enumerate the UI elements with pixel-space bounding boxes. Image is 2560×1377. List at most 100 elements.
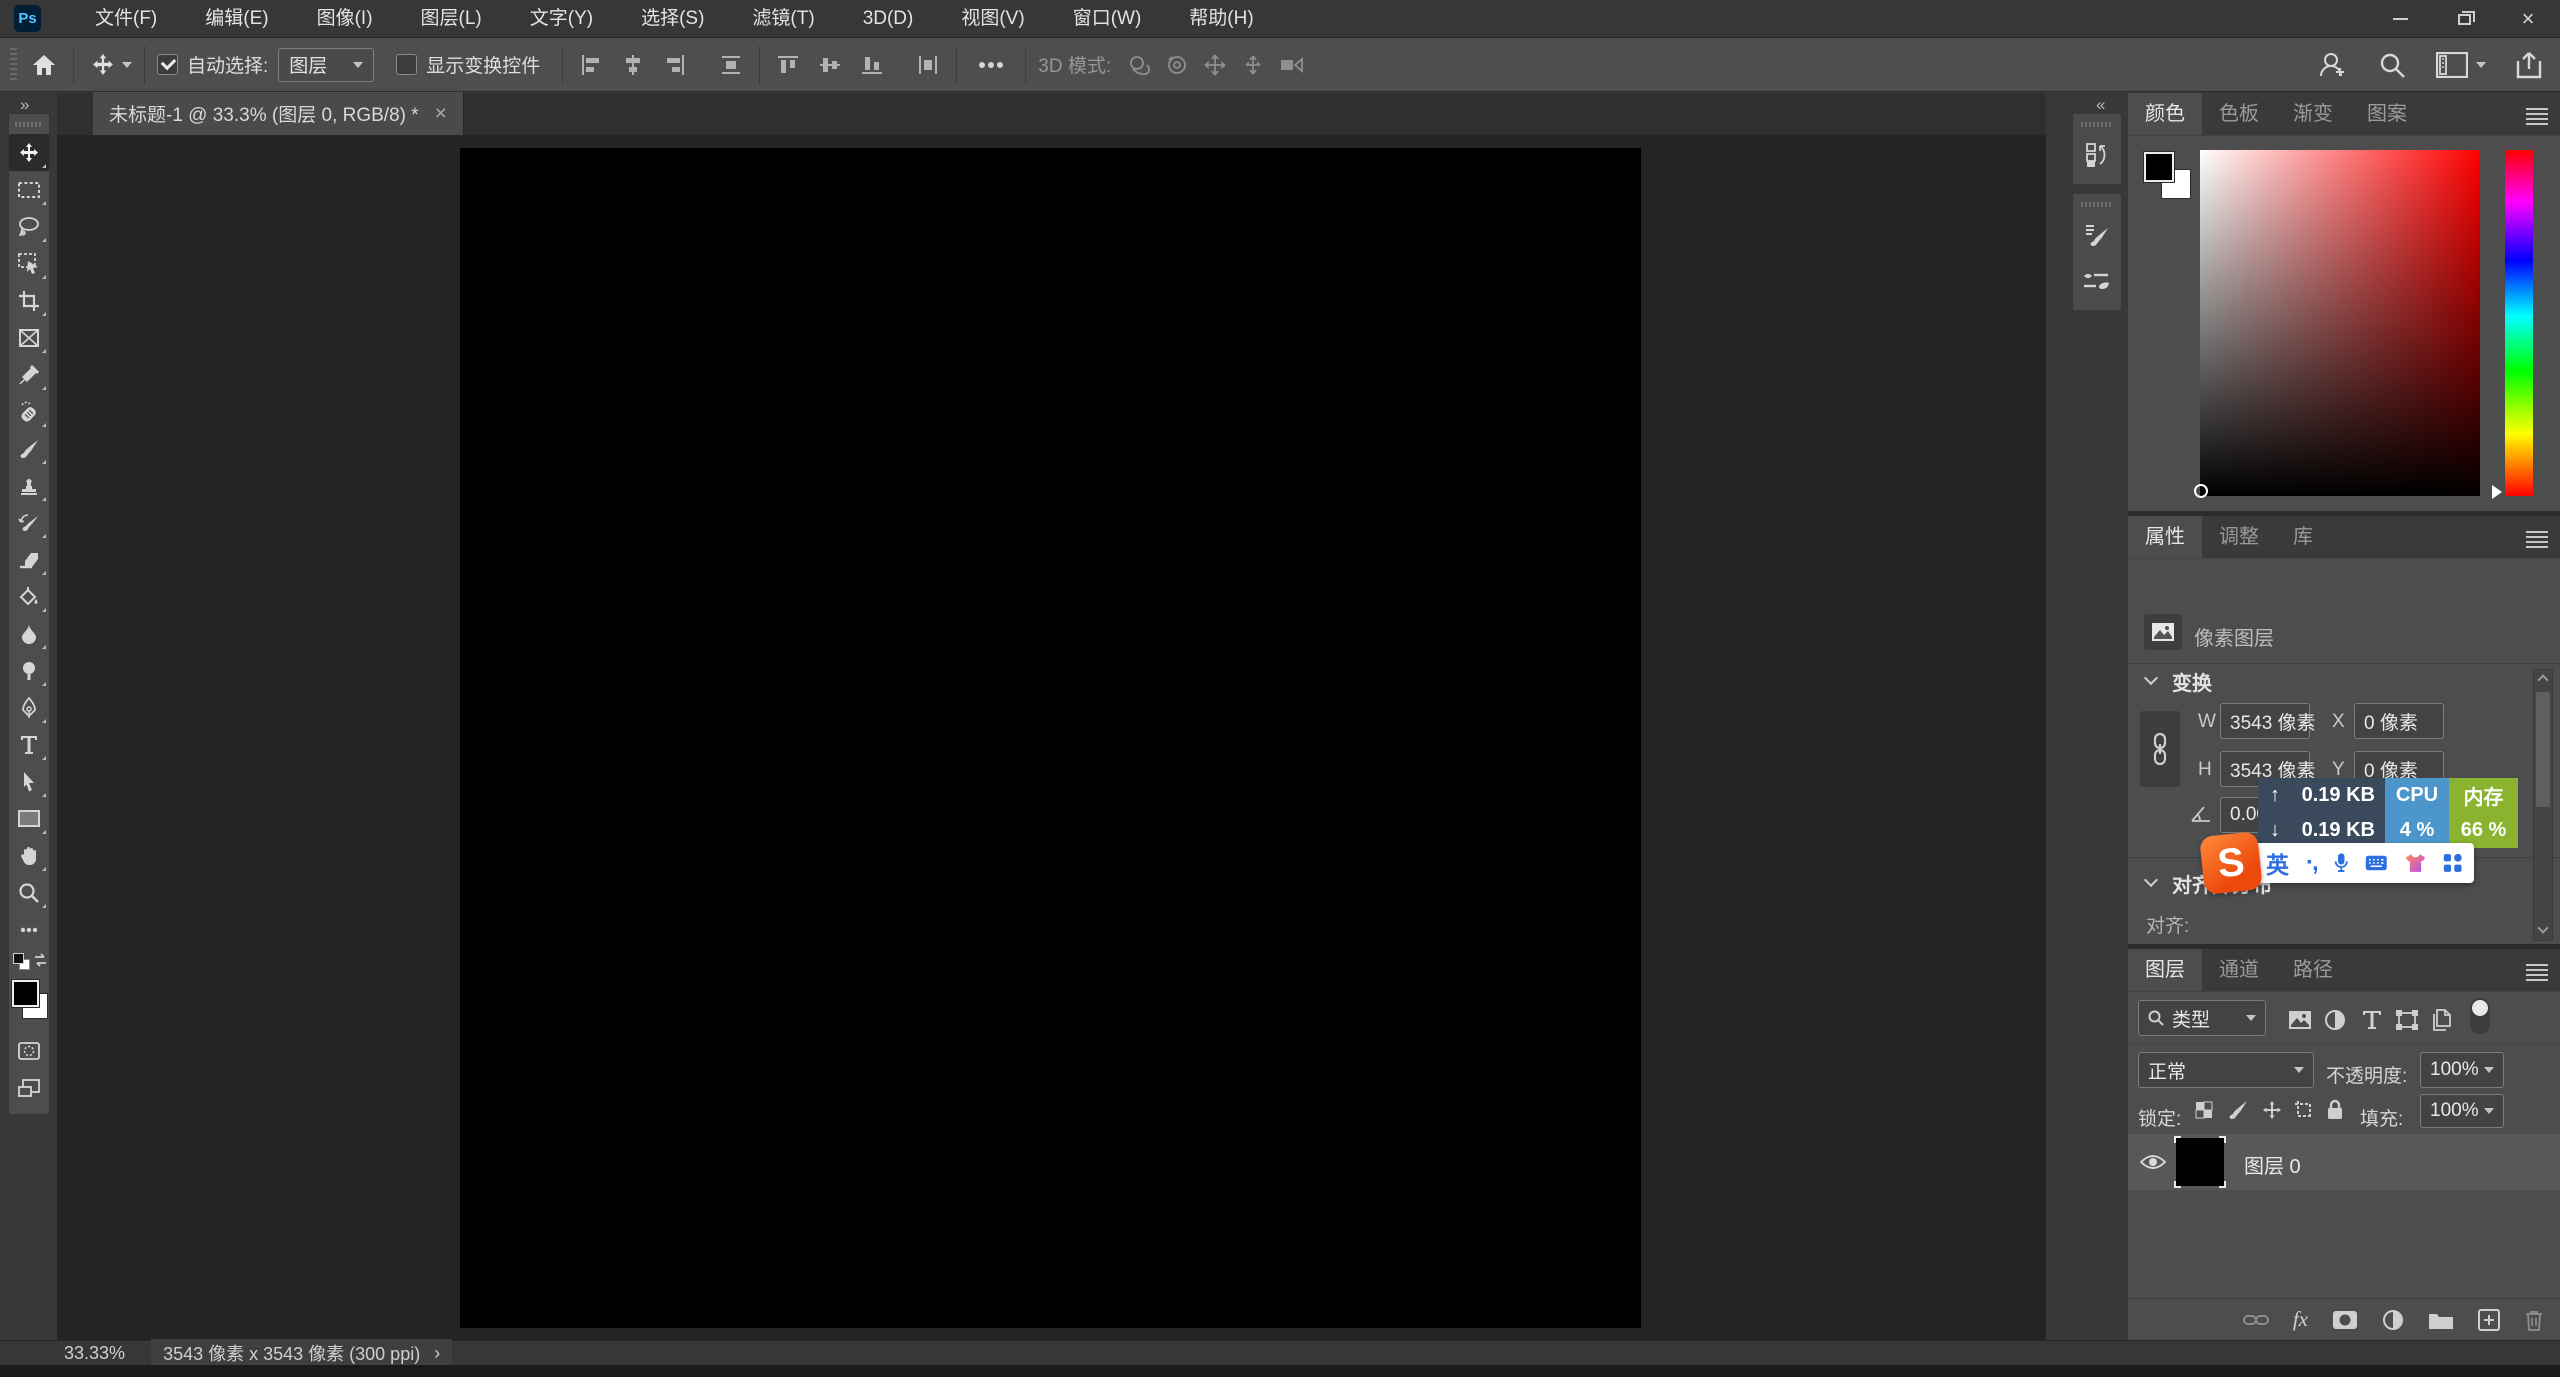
tab-libraries[interactable]: 库 — [2276, 516, 2330, 558]
dock-grip[interactable] — [2081, 118, 2113, 130]
lock-artboard-icon[interactable] — [2294, 1100, 2314, 1120]
lock-transparency-icon[interactable] — [2194, 1100, 2214, 1120]
dock-grip[interactable] — [2081, 198, 2113, 210]
menu-file[interactable]: 文件(F) — [71, 0, 181, 37]
sogou-logo[interactable]: S — [2199, 831, 2263, 895]
tab-swatches[interactable]: 色板 — [2202, 93, 2276, 135]
search-icon[interactable] — [2378, 51, 2406, 79]
edit-toolbar-button[interactable] — [9, 911, 49, 948]
foreground-background-swatches[interactable] — [9, 978, 49, 1030]
history-panel-button[interactable] — [2073, 132, 2121, 178]
width-field[interactable]: 3543 像素 — [2220, 703, 2310, 739]
delete-layer-icon[interactable] — [2524, 1309, 2544, 1331]
align-bottom-edges-icon[interactable] — [860, 53, 884, 77]
auto-select-dropdown[interactable]: 图层 — [278, 48, 374, 82]
hue-slider-arrow[interactable] — [2492, 485, 2502, 499]
scrollbar-thumb[interactable] — [2536, 692, 2550, 807]
type-tool[interactable] — [9, 726, 49, 763]
foreground-color-swatch[interactable] — [2144, 152, 2174, 182]
menu-image[interactable]: 图像(I) — [293, 0, 397, 37]
toolbar-grip[interactable] — [15, 118, 43, 130]
layer-thumbnail[interactable] — [2176, 1138, 2224, 1186]
panel-menu-icon[interactable] — [2526, 531, 2548, 533]
home-button[interactable] — [27, 45, 61, 85]
ime-voice-icon[interactable] — [2334, 850, 2349, 876]
filter-type-layers-icon[interactable] — [2362, 1010, 2382, 1030]
ime-toolbox-icon[interactable] — [2443, 851, 2462, 875]
3d-slide-icon[interactable] — [1241, 53, 1265, 77]
menu-type[interactable]: 文字(Y) — [506, 0, 617, 37]
brush-tool[interactable] — [9, 430, 49, 467]
spot-healing-tool[interactable] — [9, 393, 49, 430]
scroll-down-icon[interactable] — [2537, 922, 2548, 933]
lock-position-icon[interactable] — [2262, 1100, 2282, 1120]
screen-mode-button[interactable] — [9, 1069, 49, 1106]
eraser-tool[interactable] — [9, 541, 49, 578]
align-right-edges-icon[interactable] — [663, 53, 687, 77]
minimize-button[interactable] — [2368, 0, 2432, 38]
toolbar-collapse-button[interactable]: » — [20, 95, 27, 115]
menu-view[interactable]: 视图(V) — [937, 0, 1048, 37]
close-button[interactable]: × — [2496, 0, 2560, 38]
lock-all-icon[interactable] — [2326, 1099, 2344, 1120]
menu-edit[interactable]: 编辑(E) — [181, 0, 292, 37]
share-profile-icon[interactable] — [2318, 51, 2348, 79]
tab-properties[interactable]: 属性 — [2128, 516, 2202, 558]
tab-adjustments[interactable]: 调整 — [2202, 516, 2276, 558]
distribute-horizontal-icon[interactable] — [719, 53, 743, 77]
paint-bucket-tool[interactable] — [9, 578, 49, 615]
ime-skin-icon[interactable] — [2405, 851, 2426, 875]
filter-shape-layers-icon[interactable] — [2396, 1010, 2418, 1030]
marquee-tool[interactable] — [9, 171, 49, 208]
hand-tool[interactable] — [9, 837, 49, 874]
transform-section-chevron-icon[interactable] — [2144, 671, 2158, 685]
distribute-vertical-icon[interactable] — [916, 53, 940, 77]
filter-adjustment-layers-icon[interactable] — [2324, 1009, 2346, 1031]
3d-pan-icon[interactable] — [1203, 53, 1227, 77]
menu-layer[interactable]: 图层(L) — [397, 0, 506, 37]
tab-color[interactable]: 颜色 — [2128, 93, 2202, 135]
layer-style-button[interactable]: fx — [2293, 1307, 2308, 1332]
more-options-button[interactable] — [969, 45, 1013, 85]
tab-channels[interactable]: 通道 — [2202, 949, 2276, 991]
menu-window[interactable]: 窗口(W) — [1049, 0, 1166, 37]
brushes-panel-button[interactable] — [2073, 258, 2121, 304]
show-transform-checkbox[interactable] — [396, 54, 417, 75]
document-canvas[interactable] — [460, 148, 1641, 1328]
x-field[interactable]: 0 像素 — [2354, 703, 2444, 739]
pasteboard[interactable] — [57, 136, 2046, 1340]
frame-tool[interactable] — [9, 319, 49, 356]
object-selection-tool[interactable] — [9, 245, 49, 282]
link-dimensions-button[interactable] — [2140, 711, 2180, 787]
move-tool[interactable] — [9, 134, 49, 171]
panel-dock-expand-button[interactable]: « — [2096, 95, 2103, 115]
add-mask-icon[interactable] — [2332, 1310, 2358, 1330]
tab-patterns[interactable]: 图案 — [2350, 93, 2424, 135]
foreground-color-swatch[interactable] — [12, 980, 39, 1007]
tab-paths[interactable]: 路径 — [2276, 949, 2350, 991]
swap-colors-icon[interactable] — [33, 952, 49, 968]
layer-row[interactable]: 图层 0 — [2128, 1134, 2560, 1190]
3d-orbit-icon[interactable] — [1127, 53, 1151, 77]
dodge-tool[interactable] — [9, 652, 49, 689]
brush-settings-panel-button[interactable] — [2073, 212, 2121, 258]
crop-tool[interactable] — [9, 282, 49, 319]
filter-pixel-layers-icon[interactable] — [2288, 1010, 2312, 1030]
properties-scrollbar[interactable] — [2533, 669, 2553, 941]
tab-close-icon[interactable]: × — [435, 102, 447, 126]
panel-menu-icon[interactable] — [2526, 108, 2548, 110]
menu-filter[interactable]: 滤镜(T) — [728, 0, 838, 37]
filter-toggle-switch[interactable] — [2470, 998, 2490, 1034]
tab-layers[interactable]: 图层 — [2128, 949, 2202, 991]
document-info[interactable]: 3543 像素 x 3543 像素 (300 ppi) › — [151, 1339, 452, 1367]
zoom-tool[interactable] — [9, 874, 49, 911]
saturation-brightness-field[interactable] — [2200, 150, 2480, 496]
blend-mode-dropdown[interactable]: 正常 — [2138, 1052, 2314, 1088]
default-colors-button[interactable] — [9, 949, 49, 975]
tab-gradients[interactable]: 渐变 — [2276, 93, 2350, 135]
new-adjustment-layer-icon[interactable] — [2382, 1309, 2404, 1331]
status-chevron-icon[interactable]: › — [434, 1343, 440, 1364]
clone-stamp-tool[interactable] — [9, 467, 49, 504]
opacity-field[interactable]: 100% — [2420, 1052, 2504, 1088]
new-layer-icon[interactable] — [2478, 1309, 2500, 1331]
